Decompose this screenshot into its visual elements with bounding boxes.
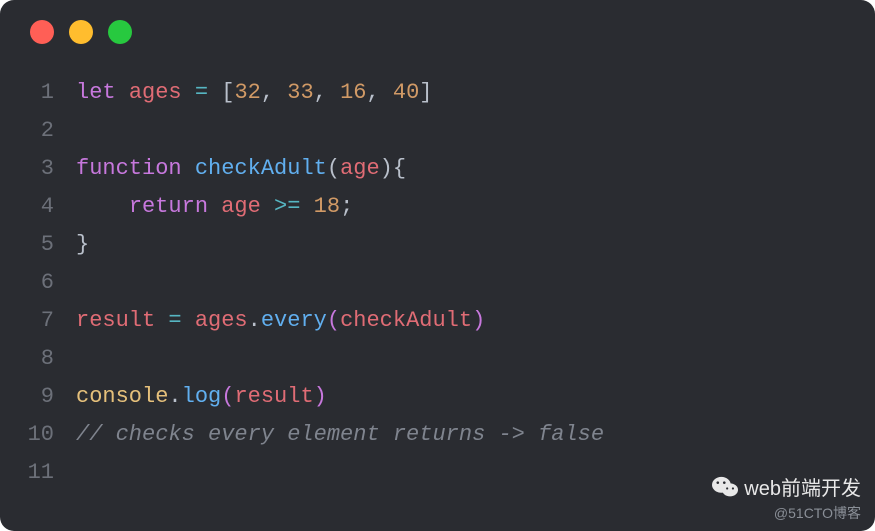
line-number: 1 bbox=[0, 74, 76, 112]
window-titlebar bbox=[0, 0, 875, 44]
watermark-title: web前端开发 bbox=[744, 472, 861, 501]
code-line: 3function checkAdult(age){ bbox=[0, 150, 875, 188]
code-content bbox=[76, 264, 89, 302]
code-content: // checks every element returns -> false bbox=[76, 416, 604, 454]
code-line: 4 return age >= 18; bbox=[0, 188, 875, 226]
code-line: 1let ages = [32, 33, 16, 40] bbox=[0, 74, 875, 112]
code-content: result = ages.every(checkAdult) bbox=[76, 302, 485, 340]
line-number: 7 bbox=[0, 302, 76, 340]
code-line: 8 bbox=[0, 340, 875, 378]
wechat-icon bbox=[712, 476, 738, 498]
watermark-subtitle: @51CTO博客 bbox=[712, 503, 861, 523]
code-content: let ages = [32, 33, 16, 40] bbox=[76, 74, 432, 112]
code-line: 9console.log(result) bbox=[0, 378, 875, 416]
minimize-icon[interactable] bbox=[69, 20, 93, 44]
code-line: 6 bbox=[0, 264, 875, 302]
code-content bbox=[76, 454, 89, 492]
code-content: console.log(result) bbox=[76, 378, 327, 416]
line-number: 8 bbox=[0, 340, 76, 378]
code-content: return age >= 18; bbox=[76, 188, 353, 226]
maximize-icon[interactable] bbox=[108, 20, 132, 44]
line-number: 11 bbox=[0, 454, 76, 492]
close-icon[interactable] bbox=[30, 20, 54, 44]
code-line: 2 bbox=[0, 112, 875, 150]
code-editor: 1let ages = [32, 33, 16, 40]2 3function … bbox=[0, 44, 875, 492]
code-line: 10// checks every element returns -> fal… bbox=[0, 416, 875, 454]
watermark: web前端开发 @51CTO博客 bbox=[712, 472, 861, 523]
code-content bbox=[76, 340, 89, 378]
code-line: 5} bbox=[0, 226, 875, 264]
code-content: function checkAdult(age){ bbox=[76, 150, 406, 188]
line-number: 5 bbox=[0, 226, 76, 264]
line-number: 4 bbox=[0, 188, 76, 226]
code-content bbox=[76, 112, 89, 150]
line-number: 6 bbox=[0, 264, 76, 302]
code-line: 7result = ages.every(checkAdult) bbox=[0, 302, 875, 340]
line-number: 9 bbox=[0, 378, 76, 416]
line-number: 3 bbox=[0, 150, 76, 188]
line-number: 2 bbox=[0, 112, 76, 150]
code-content: } bbox=[76, 226, 89, 264]
line-number: 10 bbox=[0, 416, 76, 454]
code-window: 1let ages = [32, 33, 16, 40]2 3function … bbox=[0, 0, 875, 531]
